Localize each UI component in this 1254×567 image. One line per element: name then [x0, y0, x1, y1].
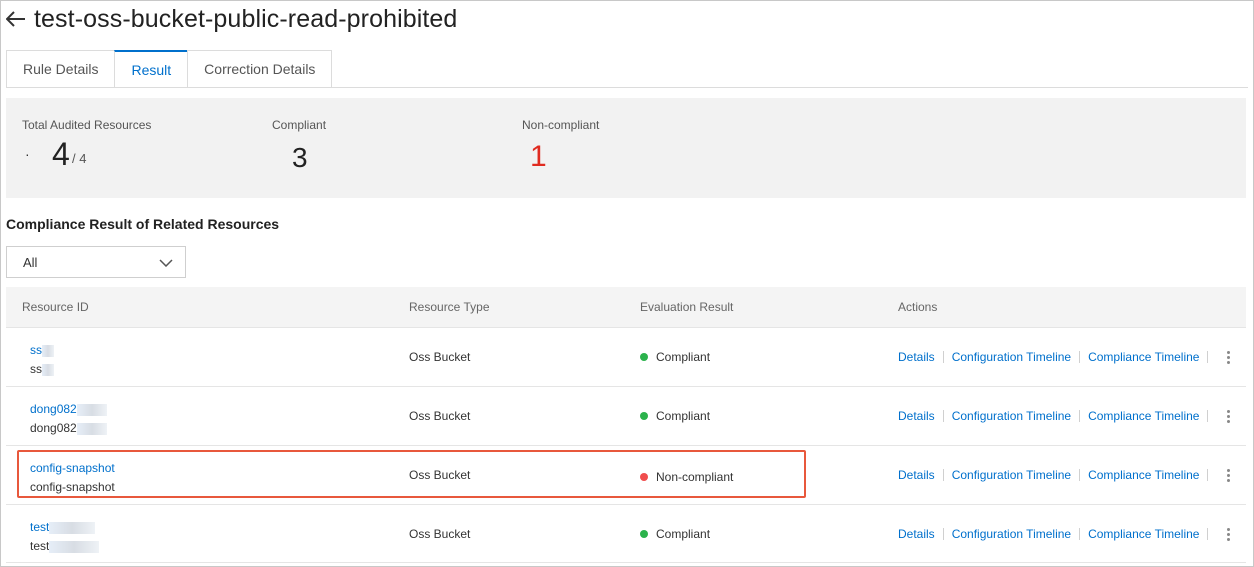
result-filter-select[interactable]: All [6, 246, 186, 278]
chevron-down-icon [159, 255, 173, 270]
action-separator [942, 410, 944, 422]
status-dot-icon [640, 530, 648, 538]
stat-total-label: Total Audited Resources [22, 118, 152, 132]
resource-id-cell: ss ss [30, 341, 54, 379]
filter-value: All [23, 254, 38, 270]
stat-total-value: 4 [52, 136, 70, 172]
resource-id-link[interactable]: test [30, 518, 99, 537]
details-link[interactable]: Details [898, 409, 935, 423]
stat-compliant-label: Compliant [272, 118, 327, 132]
action-separator [1079, 469, 1081, 481]
row-actions: Details Configuration Timeline Complianc… [898, 527, 1236, 541]
tab-rule-details[interactable]: Rule Details [6, 50, 115, 88]
resource-type: Oss Bucket [409, 409, 471, 423]
table-row: test test Oss Bucket Compliant Details C… [6, 504, 1246, 563]
details-link[interactable]: Details [898, 527, 935, 541]
resource-id-text: dong082 [30, 419, 107, 438]
resource-id-cell: dong082 dong082 [30, 400, 107, 438]
configuration-timeline-link[interactable]: Configuration Timeline [952, 468, 1071, 482]
more-vertical-icon[interactable] [1220, 468, 1236, 482]
action-separator [1207, 469, 1209, 481]
action-separator [942, 351, 944, 363]
resource-id-link[interactable]: ss [30, 341, 54, 360]
more-vertical-icon[interactable] [1220, 350, 1236, 364]
compliance-timeline-link[interactable]: Compliance Timeline [1088, 409, 1199, 423]
action-separator [1207, 528, 1209, 540]
compliance-timeline-link[interactable]: Compliance Timeline [1088, 468, 1199, 482]
evaluation-result-label: Compliant [656, 350, 711, 364]
stat-total-of: / 4 [72, 151, 87, 166]
header-evaluation-result: Evaluation Result [640, 300, 734, 314]
resource-type: Oss Bucket [409, 350, 471, 364]
evaluation-result: Compliant [640, 409, 710, 423]
evaluation-result: Compliant [640, 350, 710, 364]
action-separator [1207, 410, 1209, 422]
header-actions: Actions [898, 300, 938, 314]
row-actions: Details Configuration Timeline Complianc… [898, 409, 1236, 423]
action-separator [942, 528, 944, 540]
stat-non-compliant-value: 1 [530, 140, 547, 173]
evaluation-result: Compliant [640, 527, 710, 541]
highlight-box [17, 450, 806, 498]
stat-compliant-value: 3 [292, 142, 308, 173]
table-row: dong082 dong082 Oss Bucket Compliant Det… [6, 386, 1246, 445]
action-separator [1079, 528, 1081, 540]
stat-total-audited: Total Audited Resources · 4 / 4 [22, 118, 152, 172]
status-dot-icon [640, 412, 648, 420]
table-header: Resource ID Resource Type Evaluation Res… [6, 287, 1246, 327]
more-vertical-icon[interactable] [1220, 409, 1236, 423]
page-header: test-oss-bucket-public-read-prohibited [6, 4, 457, 34]
page-title: test-oss-bucket-public-read-prohibited [34, 4, 458, 33]
configuration-timeline-link[interactable]: Configuration Timeline [952, 409, 1071, 423]
configuration-timeline-link[interactable]: Configuration Timeline [952, 527, 1071, 541]
resources-table: Resource ID Resource Type Evaluation Res… [6, 287, 1246, 563]
evaluation-result-label: Compliant [656, 527, 711, 541]
action-separator [942, 469, 944, 481]
header-resource-type: Resource Type [409, 300, 490, 314]
resource-id-text: ss [30, 360, 54, 379]
section-title: Compliance Result of Related Resources [6, 216, 280, 232]
details-link[interactable]: Details [898, 468, 935, 482]
status-dot-icon [640, 353, 648, 361]
stat-non-compliant: Non-compliant 1 [522, 118, 600, 173]
stat-non-compliant-label: Non-compliant [522, 118, 600, 132]
action-separator [1207, 351, 1209, 363]
tabs-divider [6, 87, 1248, 88]
tab-bar: Rule Details Result Correction Details [6, 50, 333, 88]
details-link[interactable]: Details [898, 350, 935, 364]
configuration-timeline-link[interactable]: Configuration Timeline [952, 350, 1071, 364]
evaluation-result-label: Compliant [656, 409, 711, 423]
resource-id-link[interactable]: dong082 [30, 400, 107, 419]
resource-id-text: test [30, 537, 100, 556]
summary-panel: Total Audited Resources · 4 / 4 Complian… [6, 98, 1246, 198]
action-separator [1079, 351, 1081, 363]
row-actions: Details Configuration Timeline Complianc… [898, 350, 1236, 364]
compliance-timeline-link[interactable]: Compliance Timeline [1088, 527, 1199, 541]
row-actions: Details Configuration Timeline Complianc… [898, 468, 1236, 482]
resource-type: Oss Bucket [409, 527, 471, 541]
tab-correction-details[interactable]: Correction Details [187, 50, 333, 88]
table-row: ss ss Oss Bucket Compliant Details Confi… [6, 327, 1246, 386]
compliance-timeline-link[interactable]: Compliance Timeline [1088, 350, 1199, 364]
resource-id-cell: test test [30, 518, 100, 556]
more-vertical-icon[interactable] [1220, 527, 1236, 541]
action-separator [1079, 410, 1081, 422]
tab-result[interactable]: Result [114, 50, 188, 88]
arrow-left-icon[interactable] [6, 8, 28, 30]
stat-compliant: Compliant 3 [272, 118, 327, 173]
header-resource-id: Resource ID [22, 300, 89, 314]
stat-total-mark: · [25, 146, 30, 162]
